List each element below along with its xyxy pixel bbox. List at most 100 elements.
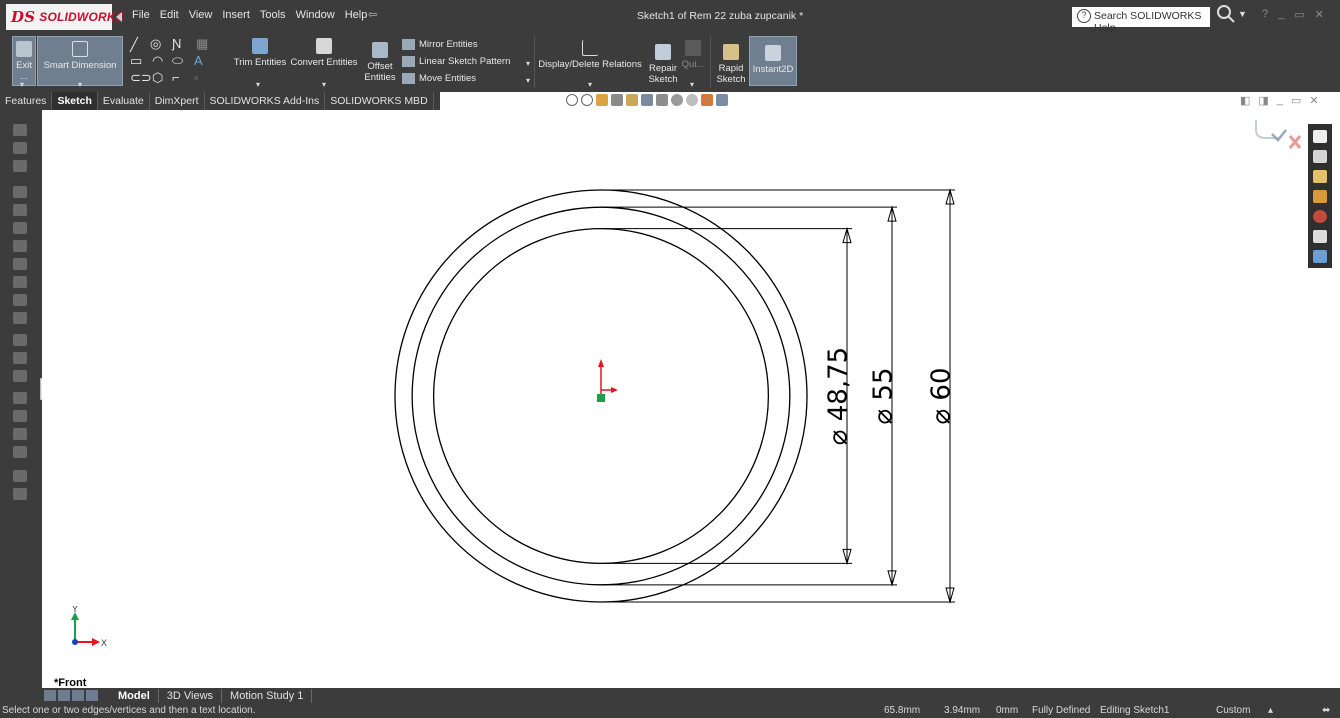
viewport-close-icon[interactable]: ✕ (1309, 94, 1318, 107)
first-tab-icon[interactable] (44, 690, 56, 701)
display-delete-relations-button[interactable]: Display/Delete Relations (538, 40, 642, 70)
edit-appearance-icon[interactable] (686, 94, 698, 106)
view-orientation-icon[interactable] (641, 94, 653, 106)
diameter-dimension[interactable]: ⌀ 48,75 (601, 226, 854, 566)
menu-view[interactable]: View (189, 9, 213, 21)
diameter-dimension[interactable]: ⌀ 60 (601, 188, 957, 604)
appearances-icon[interactable] (1313, 210, 1327, 223)
mirror-entities-button[interactable]: Mirror Entities (402, 39, 478, 50)
tab-evaluate[interactable]: Evaluate (98, 92, 150, 110)
status-sketch-state[interactable]: Fully Defined (1032, 704, 1090, 718)
menu-file[interactable]: File (132, 9, 150, 21)
menu-expand-arrow-icon[interactable] (116, 12, 122, 22)
help-menu-icon[interactable]: ? (1262, 8, 1268, 21)
view-settings-icon[interactable] (716, 94, 728, 106)
tool-icon[interactable] (13, 204, 27, 216)
menu-tools[interactable]: Tools (260, 9, 286, 21)
menu-help[interactable]: Help (345, 9, 368, 21)
search-icon[interactable] (1216, 4, 1236, 26)
tab-dimxpert[interactable]: DimXpert (150, 92, 205, 110)
tool-icon[interactable] (13, 446, 27, 458)
tool-icon[interactable] (13, 186, 27, 198)
rapid-sketch-button[interactable]: Rapid Sketch (714, 44, 748, 85)
menu-edit[interactable]: Edit (160, 9, 179, 21)
zoom-to-fit-icon[interactable] (566, 94, 578, 106)
tool-icon[interactable] (13, 370, 27, 382)
spline-icon[interactable]: Ɲ (172, 36, 181, 51)
next-tab-icon[interactable] (72, 690, 84, 701)
tab-solidworks-mbd[interactable]: SOLIDWORKS MBD (325, 92, 434, 110)
exit-sketch-button[interactable]: Exit ... (12, 36, 36, 86)
tab-3d-views[interactable]: 3D Views (159, 689, 223, 703)
hide-show-items-icon[interactable] (671, 94, 683, 106)
move-dropdown-icon[interactable]: ▾ (526, 76, 530, 85)
smart-dimension-button[interactable]: Smart Dimension (37, 36, 123, 86)
repair-sketch-button[interactable]: Repair Sketch (646, 44, 680, 85)
tab-sketch[interactable]: Sketch (52, 92, 98, 110)
slot-icon[interactable]: ⊂⊃ (130, 70, 152, 86)
trim-entities-button[interactable]: Trim Entities (228, 38, 292, 68)
view-palette-icon[interactable] (1313, 190, 1327, 203)
restore-icon[interactable]: ▭ (1294, 8, 1304, 21)
tab-solidworks-add-ins[interactable]: SOLIDWORKS Add-Ins (205, 92, 326, 110)
arc-icon[interactable]: ◠ (152, 53, 163, 69)
move-entities-button[interactable]: Move Entities (402, 73, 476, 84)
minimize-icon[interactable]: _ (1278, 8, 1284, 21)
viewport-restore-icon[interactable]: ▭ (1291, 94, 1301, 107)
zoom-to-area-icon[interactable] (581, 94, 593, 106)
relations-dropdown-icon[interactable]: ▾ (588, 80, 592, 89)
polygon-icon[interactable]: ⬡ (152, 70, 163, 86)
fillet-icon[interactable]: ⌐ (172, 70, 180, 85)
circle-icon[interactable]: ◎ (150, 36, 161, 52)
unit-dropdown-icon[interactable]: ▴ (1268, 704, 1273, 718)
point-icon[interactable]: ◦ (194, 70, 199, 85)
solidworks-logo[interactable]: DS SOLIDWORKS (6, 4, 124, 30)
tool-icon[interactable] (13, 392, 27, 404)
tool-icon[interactable] (13, 312, 27, 324)
tool-icon[interactable] (13, 222, 27, 234)
search-dropdown-icon[interactable]: ▼ (1238, 9, 1247, 19)
viewport-split-icon[interactable]: ◧ (1240, 94, 1250, 107)
help-search-input[interactable]: ? Search SOLIDWORKS Help (1072, 7, 1210, 34)
apply-scene-icon[interactable] (701, 94, 713, 106)
convert-entities-button[interactable]: Convert Entities (288, 38, 360, 68)
previous-view-icon[interactable] (596, 94, 608, 106)
trim-dropdown-icon[interactable]: ▾ (256, 80, 260, 89)
menu-insert[interactable]: Insert (222, 9, 250, 21)
tool-icon[interactable] (13, 276, 27, 288)
tool-icon[interactable] (13, 352, 27, 364)
solidworks-forum-icon[interactable] (1313, 250, 1327, 263)
tool-icon[interactable] (13, 410, 27, 422)
tool-icon[interactable] (13, 294, 27, 306)
tool-icon[interactable] (13, 258, 27, 270)
rectangle-icon[interactable]: ▭ (130, 53, 142, 69)
solidworks-resources-icon[interactable] (1313, 130, 1327, 143)
cancel-x-icon[interactable] (1288, 135, 1302, 149)
design-library-icon[interactable] (1313, 150, 1327, 163)
close-icon[interactable]: ✕ (1315, 8, 1324, 21)
tab-model[interactable]: Model (110, 689, 159, 703)
unit-system-dropdown[interactable]: Custom (1216, 704, 1250, 718)
tool-icon[interactable] (13, 240, 27, 252)
tool-icon[interactable] (13, 334, 27, 346)
confirm-exit-sketch-icon[interactable] (1255, 120, 1280, 139)
rebuild-icon[interactable]: ⬌ (1322, 704, 1330, 718)
tool-icon[interactable] (13, 142, 27, 154)
viewport-minimize-icon[interactable]: _ (1277, 94, 1283, 107)
tab-motion-study-1[interactable]: Motion Study 1 (222, 689, 313, 703)
sketch-origin[interactable] (597, 359, 618, 402)
pattern-dropdown-icon[interactable]: ▾ (526, 59, 530, 68)
instant2d-button[interactable]: Instant2D (749, 36, 797, 86)
tool-icon[interactable] (13, 124, 27, 136)
menu-window[interactable]: Window (296, 9, 335, 21)
tool-icon[interactable] (13, 488, 27, 500)
tool-icon[interactable] (13, 160, 27, 172)
text-icon[interactable]: A (194, 53, 203, 68)
tool-icon[interactable] (13, 470, 27, 482)
quick-snaps-dropdown-icon[interactable]: ▾ (690, 80, 694, 89)
linear-sketch-pattern-button[interactable]: Linear Sketch Pattern (402, 56, 510, 67)
ellipse-icon[interactable]: ⬭ (172, 53, 183, 69)
file-explorer-icon[interactable] (1313, 170, 1327, 183)
exit-dropdown-icon[interactable]: ▾ (20, 80, 24, 89)
convert-dropdown-icon[interactable]: ▾ (322, 80, 326, 89)
